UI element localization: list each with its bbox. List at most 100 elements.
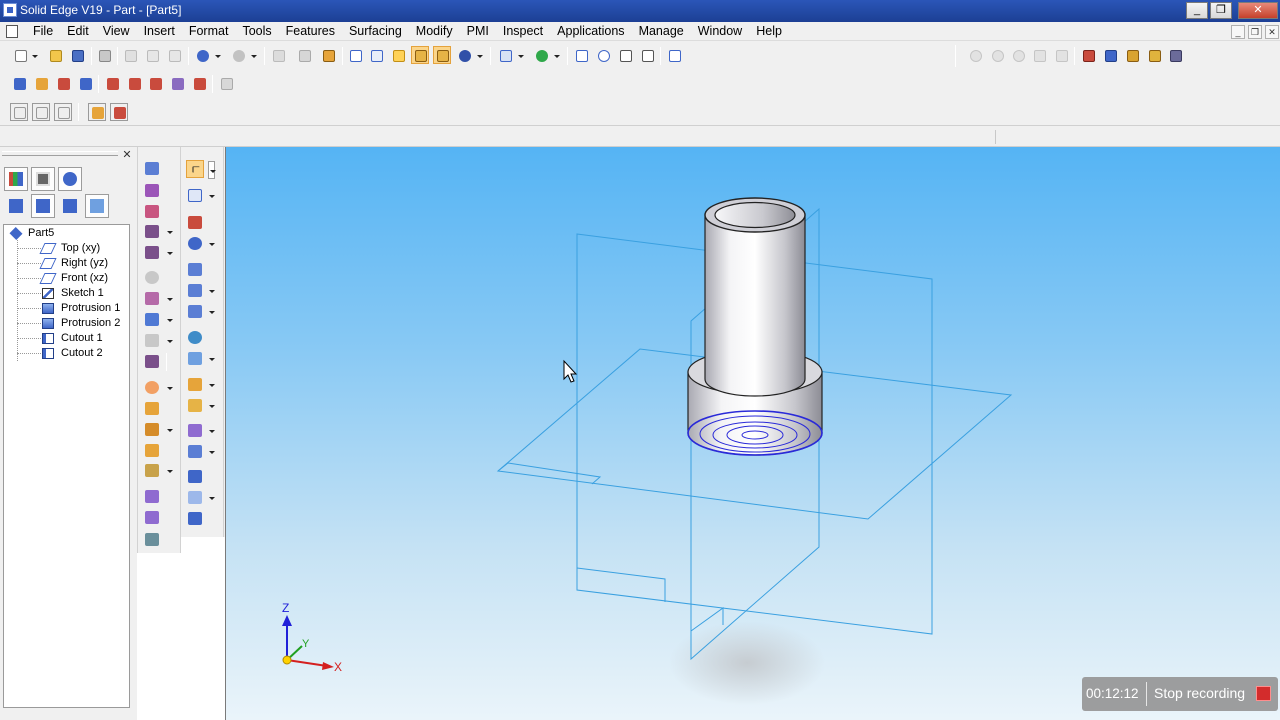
menu-features[interactable]: Features bbox=[279, 24, 342, 39]
ribbon-tool-10-icon[interactable] bbox=[186, 376, 204, 394]
relationship-tool-icon-5[interactable] bbox=[1167, 47, 1185, 65]
ribbon-tool-15-dropdown-icon[interactable] bbox=[208, 489, 215, 507]
shaded-edges-icon[interactable] bbox=[411, 46, 429, 64]
undo-dropdown-icon[interactable] bbox=[214, 47, 221, 65]
features-library-tab-icon[interactable] bbox=[31, 167, 55, 191]
select-tool-icon[interactable] bbox=[186, 160, 204, 178]
pathfinder-tab-icon[interactable] bbox=[4, 167, 28, 191]
redo-dropdown-icon[interactable] bbox=[250, 47, 257, 65]
part-feature-icon-2[interactable] bbox=[33, 75, 51, 93]
ribbon-tool-11-dropdown-icon[interactable] bbox=[208, 397, 215, 415]
redo-icon[interactable] bbox=[230, 47, 248, 65]
variables-tab-icon[interactable] bbox=[85, 194, 109, 218]
sketch-tool-dropdown-icon[interactable] bbox=[208, 187, 215, 205]
feature-tool-10-icon[interactable] bbox=[143, 353, 161, 371]
ribbon-tool-4-icon[interactable] bbox=[186, 235, 204, 253]
zoom-area-icon[interactable] bbox=[573, 47, 591, 65]
feature-tool-14-icon[interactable] bbox=[143, 442, 161, 460]
part-feature-icon-3[interactable] bbox=[55, 75, 73, 93]
rotate-icon[interactable] bbox=[533, 47, 551, 65]
feature-tool-12-icon[interactable] bbox=[143, 400, 161, 418]
feature-tool-7-icon[interactable] bbox=[143, 290, 161, 308]
feature-tool-4-icon[interactable] bbox=[143, 223, 161, 241]
views-dropdown-icon[interactable] bbox=[517, 47, 524, 65]
ribbon-tool-16-icon[interactable] bbox=[186, 510, 204, 528]
relationship-tool-icon-3[interactable] bbox=[1124, 47, 1142, 65]
ribbon-tool-15-icon[interactable] bbox=[186, 489, 204, 507]
select-tool-dropdown-icon[interactable] bbox=[208, 161, 216, 179]
document-icon[interactable] bbox=[6, 25, 18, 38]
disabled-tool-icon-5[interactable] bbox=[1053, 47, 1071, 65]
feature-tool-9-dropdown-icon[interactable] bbox=[166, 332, 173, 350]
part-feature-icon-10[interactable] bbox=[218, 75, 236, 93]
part-feature-icon-6[interactable] bbox=[126, 75, 144, 93]
menu-edit[interactable]: Edit bbox=[60, 24, 96, 39]
ribbon-tool-7-dropdown-icon[interactable] bbox=[208, 303, 215, 321]
display-tool-icon-5[interactable] bbox=[110, 103, 128, 121]
feature-tool-13-dropdown-icon[interactable] bbox=[166, 421, 173, 439]
feature-tool-7-dropdown-icon[interactable] bbox=[166, 290, 173, 308]
feature-tool-15-dropdown-icon[interactable] bbox=[166, 462, 173, 480]
ribbon-tool-5-icon[interactable] bbox=[186, 261, 204, 279]
menu-modify[interactable]: Modify bbox=[409, 24, 460, 39]
pane-close-button[interactable]: ✕ bbox=[121, 150, 133, 162]
pane-grip[interactable] bbox=[2, 151, 118, 156]
feature-tool-18-icon[interactable] bbox=[143, 531, 161, 549]
hidden-edges-icon[interactable] bbox=[368, 47, 386, 65]
menu-tools[interactable]: Tools bbox=[235, 24, 278, 39]
family-of-parts-tab-icon[interactable] bbox=[58, 167, 82, 191]
ribbon-tool-3-icon[interactable] bbox=[186, 214, 204, 232]
view-style-dropdown-icon[interactable] bbox=[476, 47, 483, 65]
menu-pmi[interactable]: PMI bbox=[460, 24, 496, 39]
feature-tool-1-icon[interactable] bbox=[143, 160, 161, 178]
disabled-tool-icon-3[interactable] bbox=[1010, 47, 1028, 65]
menu-manage[interactable]: Manage bbox=[632, 24, 691, 39]
mdi-close-button[interactable]: ✕ bbox=[1265, 25, 1279, 39]
pan-icon[interactable] bbox=[639, 47, 657, 65]
feature-tool-5-dropdown-icon[interactable] bbox=[166, 244, 173, 262]
feature-tool-11-dropdown-icon[interactable] bbox=[166, 379, 173, 397]
part-feature-icon-9[interactable] bbox=[191, 75, 209, 93]
ribbon-tool-9-dropdown-icon[interactable] bbox=[208, 350, 215, 368]
3d-viewport[interactable]: Z Y X bbox=[225, 147, 1280, 720]
ribbon-tool-12-dropdown-icon[interactable] bbox=[208, 422, 215, 440]
properties-icon[interactable] bbox=[296, 47, 314, 65]
part-feature-icon-8[interactable] bbox=[169, 75, 187, 93]
copy-icon[interactable] bbox=[144, 47, 162, 65]
display-tool-icon-1[interactable] bbox=[10, 103, 28, 121]
menu-format[interactable]: Format bbox=[182, 24, 236, 39]
feature-tool-6-icon[interactable] bbox=[143, 269, 161, 287]
part-feature-icon-7[interactable] bbox=[147, 75, 165, 93]
ribbon-tool-7-icon[interactable] bbox=[186, 303, 204, 321]
views-icon[interactable] bbox=[497, 47, 515, 65]
feature-tool-17-icon[interactable] bbox=[143, 509, 161, 527]
feature-tool-3-icon[interactable] bbox=[143, 203, 161, 221]
part-feature-icon-5[interactable] bbox=[104, 75, 122, 93]
menu-insert[interactable]: Insert bbox=[137, 24, 182, 39]
stop-recording-button[interactable] bbox=[1256, 686, 1271, 701]
feature-tool-11-icon[interactable] bbox=[143, 379, 161, 397]
feature-tool-4-dropdown-icon[interactable] bbox=[166, 223, 173, 241]
ribbon-tool-6-dropdown-icon[interactable] bbox=[208, 282, 215, 300]
part-body[interactable] bbox=[687, 197, 823, 456]
ribbon-tool-12-icon[interactable] bbox=[186, 422, 204, 440]
menu-inspect[interactable]: Inspect bbox=[496, 24, 550, 39]
menu-window[interactable]: Window bbox=[691, 24, 749, 39]
feature-tool-2-icon[interactable] bbox=[143, 182, 161, 200]
ribbon-tool-13-icon[interactable] bbox=[186, 443, 204, 461]
save-icon[interactable] bbox=[69, 47, 87, 65]
zoom-icon[interactable] bbox=[595, 47, 613, 65]
assembly-icon[interactable] bbox=[320, 47, 338, 65]
restore-button[interactable]: ❐ bbox=[1210, 2, 1232, 19]
app-icon[interactable] bbox=[3, 3, 17, 17]
feature-tool-16-icon[interactable] bbox=[143, 488, 161, 506]
minimize-button[interactable]: _ bbox=[1186, 2, 1208, 19]
feature-tree-tab-icon[interactable] bbox=[4, 194, 28, 218]
sensors-tab-icon[interactable] bbox=[58, 194, 82, 218]
fit-icon[interactable] bbox=[617, 47, 635, 65]
new-dropdown-icon[interactable] bbox=[31, 47, 38, 65]
menu-file[interactable]: File bbox=[26, 24, 60, 39]
menu-view[interactable]: View bbox=[96, 24, 137, 39]
feature-tool-8-dropdown-icon[interactable] bbox=[166, 311, 173, 329]
relationship-tool-icon-1[interactable] bbox=[1080, 47, 1098, 65]
